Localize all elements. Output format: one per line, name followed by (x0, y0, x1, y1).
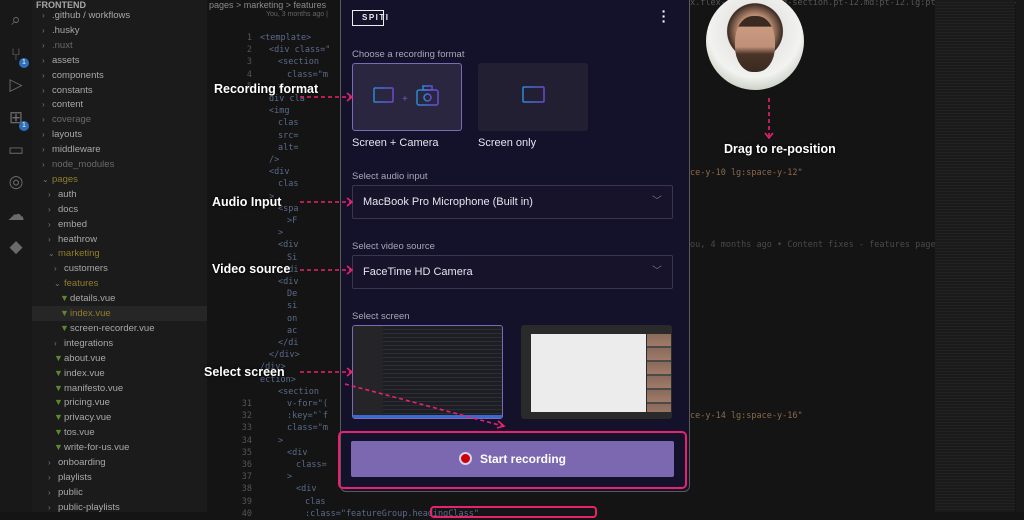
annotation-arrows (300, 92, 774, 429)
explorer-title: FRONTEND (36, 0, 86, 10)
breadcrumb[interactable]: pages > marketing > features (209, 0, 326, 10)
arrow-to-start (344, 383, 504, 427)
